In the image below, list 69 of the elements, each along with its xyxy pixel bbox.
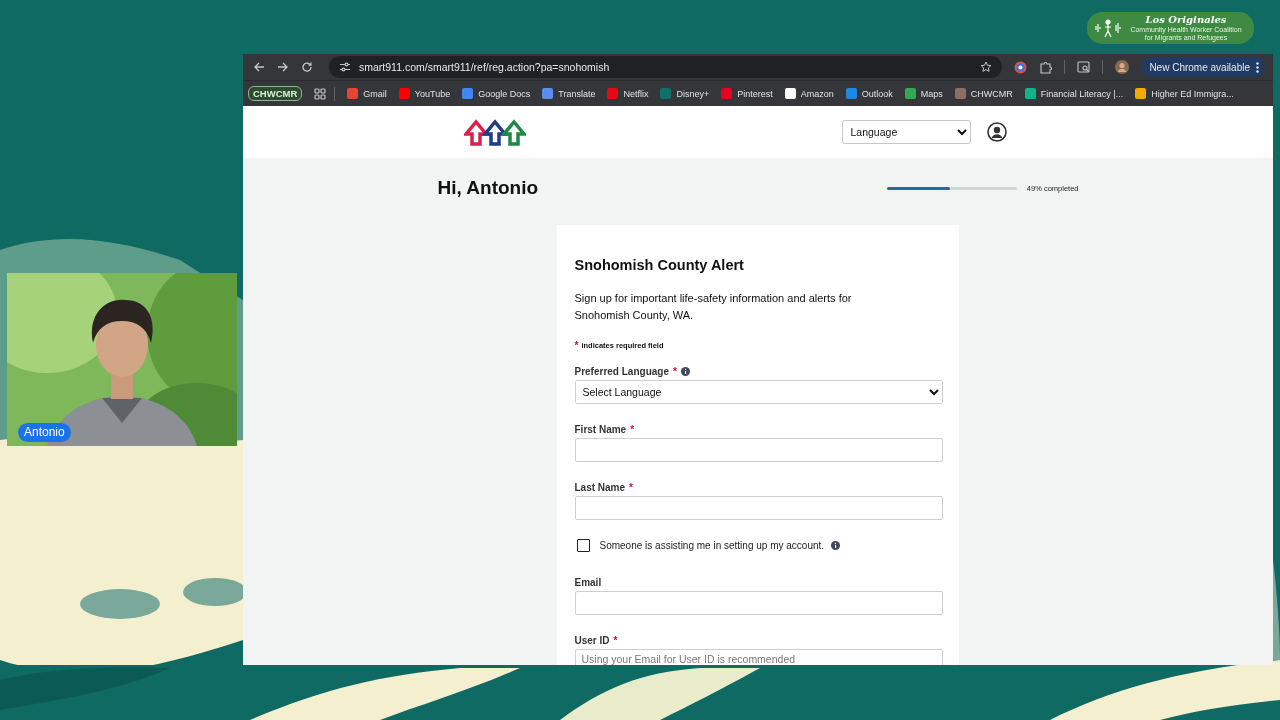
language-dropdown[interactable]: Select Language [574, 380, 943, 404]
text-input-field[interactable] [574, 591, 943, 615]
greeting-heading: Hi, Antonio [437, 177, 540, 199]
field-label: Last Name [574, 482, 626, 493]
apps-grid-icon[interactable] [314, 87, 327, 100]
form-description: Sign up for important life-safety information and alerts for Snohomish County, WA. [574, 291, 853, 323]
favicon-icon [1135, 88, 1147, 99]
favicon-icon [607, 88, 619, 99]
tab-search-icon[interactable] [1077, 61, 1091, 73]
bookmark-link[interactable]: Outlook [845, 88, 893, 99]
bookmark-link[interactable]: Maps [904, 88, 943, 99]
waveform-figure-icon [1095, 18, 1121, 38]
favicon-icon [1024, 88, 1036, 99]
favicon-icon [784, 88, 796, 99]
logo-title: Los Originales [1145, 14, 1227, 26]
back-arrow-icon[interactable] [253, 61, 265, 73]
url-text: smart911.com/smart911/ref/reg.action?pa=snohomish [359, 61, 611, 73]
text-input-field[interactable] [574, 496, 943, 520]
required-asterisk: * [630, 424, 635, 435]
checkbox-label: Someone is assisting me in setting up my account. [599, 540, 825, 551]
address-bar[interactable]: smart911.com/smart911/ref/reg.action?pa=snohomish [329, 56, 1003, 78]
field-label: Preferred Language [574, 366, 669, 377]
tune-icon[interactable] [339, 62, 351, 72]
forward-arrow-icon[interactable] [277, 61, 289, 73]
checkbox[interactable] [576, 539, 590, 552]
bookmark-link[interactable]: CHWCMR [954, 88, 1013, 99]
favicon-icon [398, 88, 410, 99]
text-input-field[interactable]: Using your Email for User ID is recommended [574, 649, 943, 665]
bookmark-link[interactable]: Pinterest [721, 88, 773, 99]
bookmark-link[interactable]: Amazon [784, 88, 834, 99]
profile-avatar-icon[interactable] [1115, 60, 1130, 74]
favicon-icon [845, 88, 857, 99]
favicon-icon [462, 88, 474, 99]
puzzle-icon[interactable] [1039, 60, 1053, 74]
favicon-icon [660, 88, 672, 99]
language-select[interactable]: Language [841, 120, 971, 144]
bookmark-link[interactable]: Disney+ [660, 88, 710, 99]
bookmark-link[interactable]: Higher Ed Immigra... [1135, 88, 1234, 99]
kebab-menu-icon [1256, 61, 1259, 73]
user-account-icon[interactable] [986, 122, 1007, 142]
field-label: User ID [574, 635, 610, 646]
logo-arrows-icon [463, 117, 526, 147]
bookmark-link[interactable]: Netflix [607, 88, 649, 99]
favicon-icon [347, 88, 359, 99]
required-asterisk: * [673, 366, 677, 377]
bookmark-link[interactable]: Translate [542, 88, 596, 99]
bookmark-link[interactable]: YouTube [398, 88, 451, 99]
info-icon[interactable] [680, 367, 690, 376]
bookmark-link[interactable]: Google Docs [462, 88, 531, 99]
bookmark-group-tag[interactable]: CHWCMR [248, 86, 303, 101]
favicon-icon [542, 88, 554, 99]
favicon-icon [721, 88, 733, 99]
text-input-field[interactable] [574, 438, 943, 462]
form-title: Snohomish County Alert [574, 257, 745, 273]
field-label: Email [574, 577, 602, 588]
field-label: First Name [574, 424, 627, 435]
bookmark-link[interactable]: Financial Literacy |... [1024, 88, 1124, 99]
name-tag: Antonio [18, 423, 71, 442]
required-asterisk: * [613, 635, 618, 646]
reload-icon[interactable] [301, 61, 313, 73]
star-icon[interactable] [980, 61, 993, 73]
favicon-icon [904, 88, 916, 99]
required-asterisk: * [629, 482, 633, 493]
favicon-icon [954, 88, 966, 99]
required-asterisk: * [574, 340, 579, 351]
update-chrome-button[interactable]: New Chrome available [1141, 57, 1265, 77]
info-icon[interactable] [831, 541, 841, 550]
extension-circle-icon[interactable] [1014, 60, 1028, 74]
bookmark-link[interactable]: Gmail [347, 88, 387, 99]
